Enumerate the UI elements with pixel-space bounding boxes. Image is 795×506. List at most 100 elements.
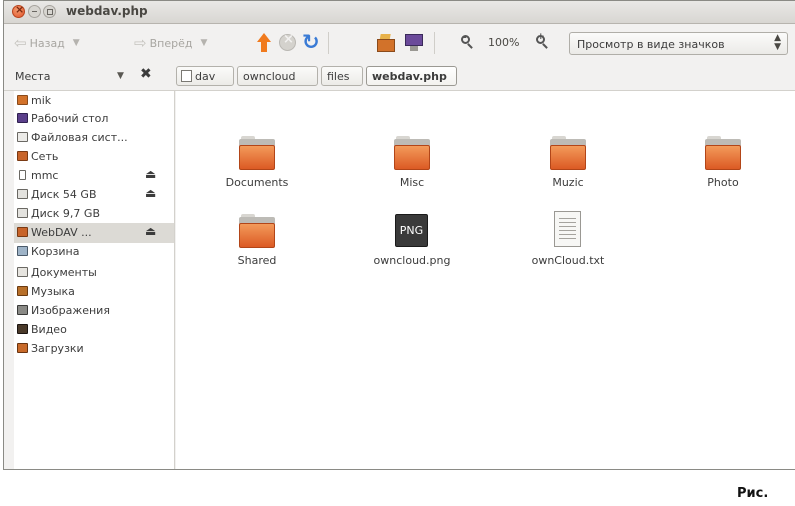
sidebar-item-webdav[interactable]: WebDAV ... ⏏ [14, 223, 174, 243]
sidebar-item-label: mik [31, 94, 52, 107]
sidebar-item-downloads[interactable]: Загрузки [14, 339, 174, 359]
file-item[interactable]: PNG owncloud.png [347, 208, 477, 272]
zoom-level: 100% [488, 36, 520, 49]
file-item[interactable]: Documents [192, 130, 322, 194]
sidebar-item-mmc[interactable]: mmc ⏏ [14, 166, 174, 186]
reload-button[interactable]: ↻ [302, 30, 322, 54]
sidebar-item-disk-54gb[interactable]: Диск 54 GB ⏏ [14, 185, 174, 205]
home-folder-icon [17, 95, 28, 105]
sidebar-item-label: Загрузки [31, 342, 84, 355]
breadcrumb-dav[interactable]: dav [176, 66, 234, 86]
breadcrumb-webdav-php[interactable]: webdav.php [366, 66, 457, 86]
sidebar-item-network[interactable]: Сеть [14, 147, 174, 167]
eject-icon[interactable]: ⏏ [145, 186, 156, 200]
sidebar-item-label: Видео [31, 323, 67, 336]
computer-button[interactable] [404, 33, 424, 53]
sidebar-item-label: Корзина [31, 245, 80, 258]
view-mode-select[interactable]: Просмотр в виде значков ▲ ▼ [569, 32, 788, 55]
close-sidebar-icon[interactable]: ✖ [140, 66, 152, 82]
sidebar-item-trash[interactable]: Корзина [14, 242, 174, 262]
sidebar-item-filesystem[interactable]: Файловая сист... [14, 128, 174, 148]
up-button[interactable] [254, 33, 274, 53]
breadcrumb-owncloud[interactable]: owncloud [237, 66, 318, 86]
png-image-icon: PNG [395, 214, 428, 247]
music-folder-icon [17, 286, 28, 296]
computer-icon [405, 34, 423, 46]
trash-icon [17, 246, 28, 256]
minimize-window-button[interactable] [28, 5, 41, 18]
file-name: ownCloud.txt [531, 254, 605, 267]
downloads-folder-icon [17, 343, 28, 353]
file-name: Muzic [552, 176, 584, 189]
sd-card-icon [19, 170, 26, 180]
folder-icon [239, 136, 275, 170]
filesystem-icon [17, 132, 28, 142]
file-item[interactable]: ownCloud.txt [503, 208, 633, 272]
sidebar-item-label: Сеть [31, 150, 59, 163]
eject-icon[interactable]: ⏏ [145, 167, 156, 181]
network-drive-icon [17, 227, 28, 237]
sidebar-item-desktop[interactable]: Рабочий стол [14, 109, 174, 129]
file-item[interactable]: Misc [347, 130, 477, 194]
drive-icon [17, 189, 28, 199]
sidebar-item-label: Документы [31, 266, 97, 279]
home-folder-icon [377, 39, 395, 52]
sidebar-item-label: Рабочий стол [31, 112, 109, 125]
back-label: Назад [29, 36, 65, 50]
folder-icon [550, 136, 586, 170]
maximize-window-button[interactable] [43, 5, 56, 18]
title-bar: webdav.php [4, 1, 795, 24]
reload-icon: ↻ [302, 30, 320, 54]
breadcrumb-label: dav [195, 70, 216, 83]
sidebar-item-disk-9-7gb[interactable]: Диск 9,7 GB [14, 204, 174, 224]
file-name: owncloud.png [373, 254, 451, 267]
sidebar-item-pictures[interactable]: Изображения [14, 301, 174, 321]
file-name: Photo [707, 176, 739, 189]
location-bar: Места ▼ ✖ dav owncloud files webdav.php [4, 62, 795, 91]
view-mode-value: Просмотр в виде значков [577, 38, 725, 51]
sidebar-item-label: Музыка [31, 285, 75, 298]
toolbar-separator [434, 32, 435, 54]
zoom-out-icon[interactable]: - [461, 33, 474, 49]
file-item[interactable]: Shared [192, 208, 322, 272]
stop-button[interactable] [278, 32, 298, 53]
file-name: Misc [399, 176, 425, 189]
sidebar-item-music[interactable]: Музыка [14, 282, 174, 302]
toolbar-separator [328, 32, 329, 54]
sidebar-item-label: Диск 9,7 GB [31, 207, 100, 220]
file-item[interactable]: Muzic [503, 130, 633, 194]
forward-button[interactable]: ⇨ Вперёд ▼ [134, 24, 207, 62]
file-manager-window: webdav.php ⇦ Назад ▼ ⇨ Вперёд ▼ ↻ [3, 0, 795, 470]
breadcrumb-label: files [327, 70, 350, 83]
sidebar-item-home[interactable]: mik [14, 91, 174, 111]
close-window-button[interactable] [12, 3, 25, 18]
zoom-in-icon[interactable]: + [536, 32, 549, 49]
network-icon [17, 151, 28, 161]
desktop-icon [17, 113, 28, 123]
breadcrumb-files[interactable]: files [321, 66, 363, 86]
sidebar-item-videos[interactable]: Видео [14, 320, 174, 340]
sidebar-item-documents[interactable]: Документы [14, 263, 174, 283]
folder-icon [239, 214, 275, 248]
file-name: Documents [225, 176, 289, 189]
places-sidebar: mik Рабочий стол Файловая сист... Сеть m… [14, 91, 175, 469]
back-button[interactable]: ⇦ Назад ▼ [14, 24, 80, 62]
forward-history-dropdown-icon[interactable]: ▼ [200, 38, 207, 48]
breadcrumb-label: owncloud [243, 70, 296, 83]
videos-folder-icon [17, 324, 28, 334]
documents-folder-icon [17, 267, 28, 277]
select-arrows-icon: ▲ ▼ [774, 33, 781, 52]
window-title: webdav.php [66, 4, 148, 18]
sidebar-item-label: mmc [31, 169, 59, 182]
file-item[interactable]: Photo [658, 130, 788, 194]
places-label: Места [15, 70, 51, 83]
drive-icon [17, 208, 28, 218]
text-file-icon [554, 211, 581, 247]
stop-icon [279, 32, 296, 51]
sidebar-item-label: Диск 54 GB [31, 188, 97, 201]
places-dropdown-icon[interactable]: ▼ [117, 71, 124, 81]
back-history-dropdown-icon[interactable]: ▼ [73, 38, 80, 48]
home-button[interactable] [376, 33, 396, 53]
sidebar-item-label: Файловая сист... [31, 131, 128, 144]
eject-icon[interactable]: ⏏ [145, 224, 156, 238]
